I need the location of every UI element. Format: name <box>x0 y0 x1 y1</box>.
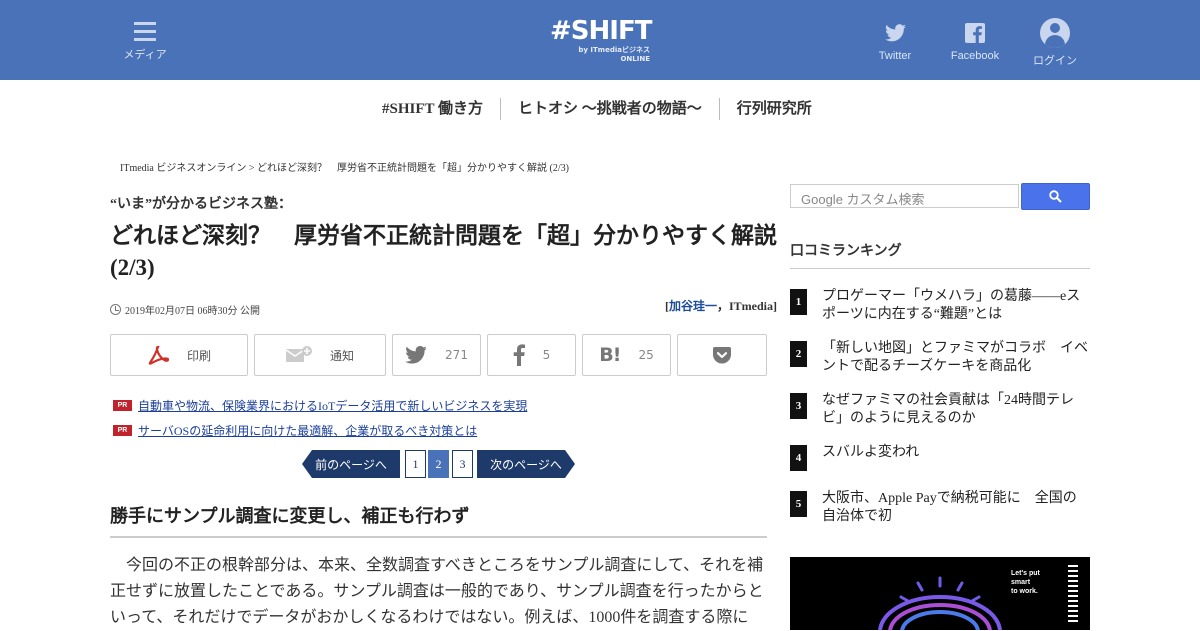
search-input[interactable]: Google カスタム検索 <box>790 184 1019 208</box>
pocket-button[interactable] <box>677 334 767 376</box>
notify-add-icon <box>285 346 312 364</box>
ranking-item[interactable]: 4 スバルよ変われ <box>790 444 1090 471</box>
rank-number: 3 <box>790 393 807 419</box>
author-separator: ， <box>716 299 729 313</box>
twitter-share-count: 271 <box>445 348 468 362</box>
login-label: ログイン <box>1033 55 1077 67</box>
page-link-1[interactable]: 1 <box>405 450 426 478</box>
hatena-bookmark-icon: B! <box>599 344 621 366</box>
ranking-link[interactable]: プロゲーマー「ウメハラ」の葛藤――eスポーツに内在する“難題”とは <box>822 288 1090 324</box>
section-heading: 勝手にサンプル調査に変更し、補正も行わず <box>110 502 767 538</box>
ad-copy-line-1: Let's put <box>1011 570 1040 577</box>
ranking-link[interactable]: なぜファミマの社会貢献は「24時間テレビ」のように見えるのか <box>822 392 1090 428</box>
pr-badge: PR <box>113 425 132 436</box>
ad-copy-line-3: to work. <box>1011 588 1038 595</box>
breadcrumb[interactable]: ITmedia ビジネスオンライン > どれほど深刻？ 厚労省不正統計問題を「超… <box>120 159 569 174</box>
page-link-2-current[interactable]: 2 <box>428 450 449 478</box>
facebook-header-label: Facebook <box>950 50 1000 62</box>
login-button[interactable]: ログイン <box>1028 18 1082 68</box>
facebook-share-count: 5 <box>542 348 551 362</box>
ranking-link[interactable]: スバルよ変われ <box>822 444 919 471</box>
pr-badge: PR <box>113 400 132 411</box>
site-logo[interactable]: #SHIFT by ITmediaビジネス ONLINE <box>550 16 652 63</box>
clock-icon <box>110 304 121 315</box>
hatena-bookmark-count: 25 <box>638 348 654 362</box>
ranking-link[interactable]: 大阪市、Apple Payで納税可能に 全国の自治体で初 <box>822 490 1090 526</box>
ranking-item[interactable]: 5 大阪市、Apple Payで納税可能に 全国の自治体で初 <box>790 490 1090 526</box>
ranking-item[interactable]: 1 プロゲーマー「ウメハラ」の葛藤――eスポーツに内在する“難題”とは <box>790 288 1090 324</box>
author-bracket-close: ] <box>773 299 777 313</box>
prev-page-button[interactable]: 前のページへ <box>302 450 400 478</box>
twitter-header-label: Twitter <box>878 50 912 62</box>
site-header: メディア #SHIFT by ITmediaビジネス ONLINE Twitte… <box>0 0 1200 80</box>
article-paragraph: 今回の不正の根幹部分は、本来、全数調査すべきところをサンプル調査にして、それを補… <box>110 557 764 626</box>
publish-date-text: 2019年02月07日 06時30分 公開 <box>125 306 260 317</box>
ad-banner[interactable]: Let's put smart to work. <box>790 557 1090 630</box>
logo-text: #SHIFT <box>550 16 652 46</box>
rank-number: 5 <box>790 491 807 517</box>
rank-number: 2 <box>790 341 807 367</box>
twitter-icon <box>876 22 914 44</box>
notify-label: 通知 <box>329 348 354 363</box>
pr-link-1[interactable]: 自動車や物流、保険業界におけるIoTデータ活用で新しいビジネスを実現 <box>138 397 527 414</box>
media-menu-button[interactable]: メディア <box>118 18 172 62</box>
user-avatar-icon <box>1040 18 1070 48</box>
facebook-header-button[interactable]: Facebook <box>948 18 1002 62</box>
search-button[interactable] <box>1021 183 1090 210</box>
article-title: どれほど深刻？ 厚労省不正統計問題を「超」分かりやすく解説 (2/3) <box>110 223 777 280</box>
pocket-icon <box>713 346 731 364</box>
page-link-3[interactable]: 3 <box>452 450 473 478</box>
facebook-icon <box>948 22 1002 44</box>
pr-link-2[interactable]: サーバOSの延命利用に向けた最適解、企業が取るべき対策とは <box>138 422 477 439</box>
facebook-share-icon <box>513 344 525 366</box>
publish-date: 2019年02月07日 06時30分 公開 <box>110 302 260 317</box>
logo-subtext: by ITmediaビジネス ONLINE <box>578 46 650 63</box>
author-org: ITmedia <box>728 299 773 313</box>
ranking-item[interactable]: 2 「新しい地図」とファミマがコラボ イベントで配るチーズケーキを商品化 <box>790 340 1090 376</box>
twitter-header-button[interactable]: Twitter <box>876 18 914 62</box>
pr-item-2: PR サーバOSの延命利用に向けた最適解、企業が取るべき対策とは <box>113 422 477 439</box>
ranking-title: 口コミランキング <box>790 240 1090 269</box>
media-menu-label: メディア <box>123 49 167 61</box>
nav-item-hitooshi[interactable]: ヒトオシ ～挑戦者の物語～ <box>500 98 719 120</box>
author-byline: [加谷珪一，ITmedia] <box>665 297 777 314</box>
nav-item-gyoretsu[interactable]: 行列研究所 <box>718 98 829 120</box>
pr-item-1: PR 自動車や物流、保険業界におけるIoTデータ活用で新しいビジネスを実現 <box>113 397 527 414</box>
rank-number: 4 <box>790 445 807 471</box>
nav-item-shift-work[interactable]: #SHIFT 働き方 <box>365 98 500 120</box>
twitter-share-icon <box>405 346 427 364</box>
notify-button[interactable]: 通知 <box>254 334 386 376</box>
search-icon <box>1049 190 1062 203</box>
ad-graphic <box>878 565 1078 630</box>
ad-copy-line-2: smart <box>1011 579 1031 586</box>
series-label: “いま”が分かるビジネス塾： <box>110 197 292 212</box>
rank-number: 1 <box>790 289 807 315</box>
author-name-link[interactable]: 加谷珪一 <box>669 299 717 313</box>
ad-copy: Let's put smart to work. <box>1011 569 1040 596</box>
next-page-button[interactable]: 次のページへ <box>477 450 575 478</box>
hamburger-icon <box>134 22 156 41</box>
ranking-link[interactable]: 「新しい地図」とファミマがコラボ イベントで配るチーズケーキを商品化 <box>822 340 1090 376</box>
pdf-icon <box>147 345 169 365</box>
print-label: 印刷 <box>186 348 211 363</box>
global-nav: #SHIFT 働き方 ヒトオシ ～挑戦者の物語～ 行列研究所 <box>365 98 829 120</box>
twitter-share-button[interactable]: 271 <box>392 334 481 376</box>
facebook-share-button[interactable]: 5 <box>487 334 576 376</box>
hatena-bookmark-button[interactable]: B! 25 <box>582 334 671 376</box>
ranking-item[interactable]: 3 なぜファミマの社会貢献は「24時間テレビ」のように見えるのか <box>790 392 1090 428</box>
print-button[interactable]: 印刷 <box>110 334 248 376</box>
